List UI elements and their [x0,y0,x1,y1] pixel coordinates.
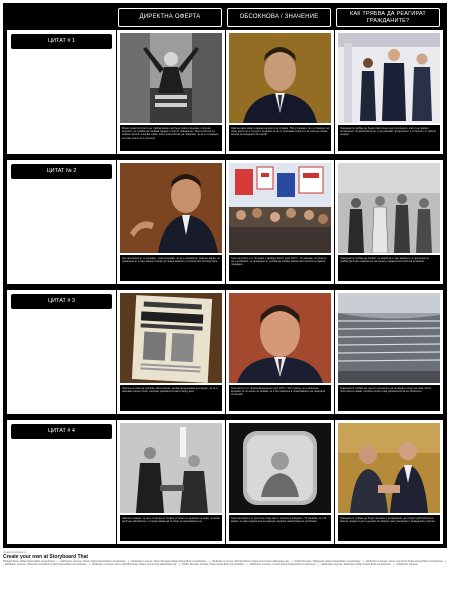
cell-caption: Никсън не иска да признае своята вина, з… [120,385,222,411]
nixon-helicopter-photo [120,33,222,123]
cell-caption: Този цитат е от пресконференция през 197… [229,385,331,411]
row-label: ЦИТАТ # 4 [11,424,112,439]
storyboard-grid: ДИРЕКТНА ОФЕРТА ОБСОКНОВА / ЗНАЧЕНИЕ КАК… [3,3,447,548]
row-label: ЦИТАТ № 2 [11,164,112,179]
cell-caption: Никсън каза това по време на речта за ос… [229,125,331,151]
cell-caption: Тази цитатата е от интервю с Дейвид Фрос… [229,255,331,281]
row-label: ЦИТАТ # 1 [11,34,112,49]
row-label-cell: ЦИТАТ № 2 [7,160,116,284]
cell-caption: Никсън показва, че не е готов да се отка… [120,515,222,541]
storyboard-cell[interactable]: Гражданите трябва да бъдат скептични към… [335,30,443,154]
row-label-cell: ЦИТАТ # 1 [7,30,116,154]
storyboard-cell[interactable]: Гражданите трябва да помнят, че никой не… [335,160,443,284]
cell-caption: Гражданите трябва да помнят, че никой не… [338,255,440,281]
nixon-interview-photo [120,423,222,513]
storyboard-cell[interactable]: Може правителството не трябва винаги да … [117,30,225,154]
watergate-building-photo [338,293,440,383]
storyboard-cell[interactable]: Никсън каза това по време на речта за ос… [226,30,334,154]
cell-caption: Гражданите трябва да бъдат скептични към… [338,125,440,151]
storyboard-cell[interactable]: Никсън не иска да признае своята вина, з… [117,290,225,414]
storyboard-cell[interactable]: Гражданите трябва да бъдат активни и анг… [335,420,443,544]
storyboard-cell[interactable]: Никсън показва, че не е готов да се отка… [117,420,225,544]
row-label-cell: ЦИТАТ # 3 [7,290,116,414]
nixon-group-photo [338,33,440,123]
reporters-photo [338,163,440,253]
storyboard-cell[interactable]: Ако президентът го направи, това означав… [117,160,225,284]
cell-caption: Гражданите трябва да бъдат активни и анг… [338,515,440,541]
column-header-2: ОБСОКНОВА / ЗНАЧЕНИЕ [227,8,331,27]
footer: Image Attributions Create your own at St… [3,551,447,597]
column-header-1: ДИРЕКТНА ОФЕРТА [118,8,222,27]
storyboard-cell[interactable]: Гражданите трябва да търсят истината и д… [335,290,443,414]
nixon-close-portrait-photo [229,293,331,383]
storyboard-cell[interactable]: Тази цитатата е от интервю с Дейвид Фрос… [226,160,334,284]
nixon-portrait-photo [229,33,331,123]
nixon-brezhnev-photo [338,423,440,513]
cell-caption: Ако президентът го направи, това означав… [120,255,222,281]
cell-caption: Може правителството не трябва винаги да … [120,125,222,151]
storyboard-cell[interactable]: Този цитат е от пресконференция през 197… [226,290,334,414]
cell-caption: Гражданите трябва да търсят истината и д… [338,385,440,411]
row-label-cell: ЦИТАТ # 4 [7,420,116,544]
television-broadcast-photo [229,423,331,513]
column-header-3: КАК ТРЯБВА ДА РЕАГИРАТ ГРАЖДАНИТЕ? [336,8,440,27]
nixon-resigns-newspaper-photo [120,293,222,383]
nixon-thinking-photo [120,163,222,253]
rally-crowd-photo [229,163,331,253]
row-label: ЦИТАТ # 3 [11,294,112,309]
cell-caption: Тази цитатата е от речта му след като е … [229,515,331,541]
storyboard-cell[interactable]: Тази цитатата е от речта му след като е … [226,420,334,544]
image-credits: Richard Nixon (https://www.flickr.com/ph… [3,560,447,567]
